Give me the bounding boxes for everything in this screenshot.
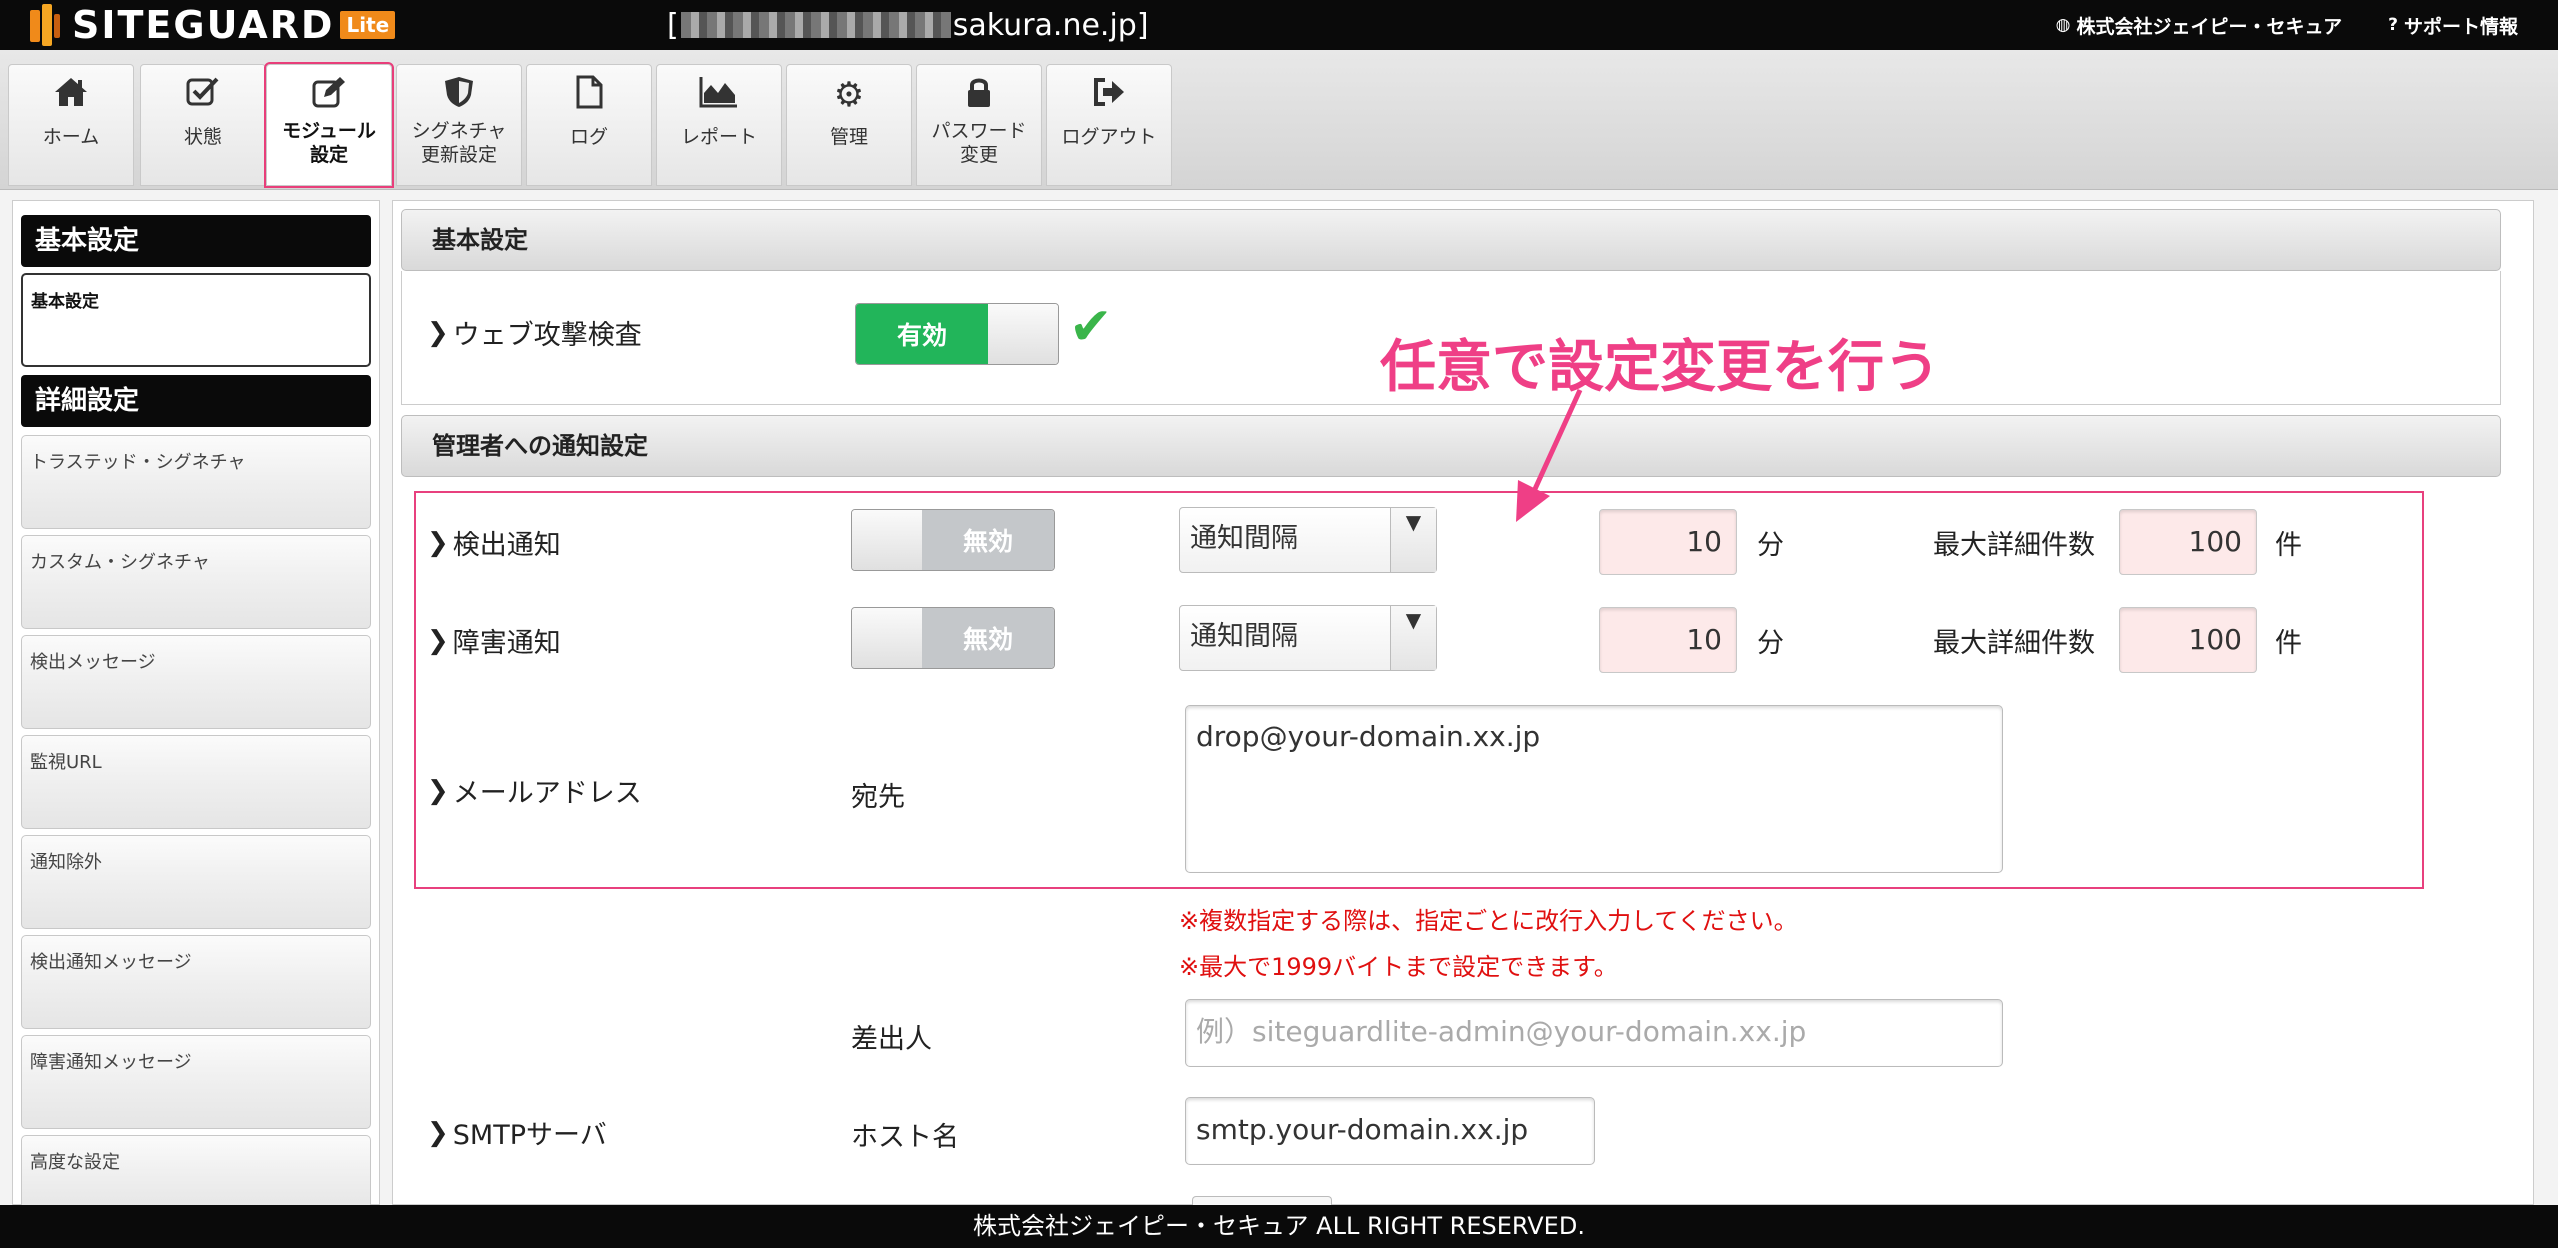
sidebar-item-trusted-signature[interactable]: トラステッド・シグネチャ <box>21 435 371 529</box>
annotation-text: 任意で設定変更を行う <box>1380 335 1940 400</box>
web-attack-toggle[interactable]: 有効 <box>855 303 1059 365</box>
support-link[interactable]: ? サポート情報 <box>2388 12 2518 39</box>
gear-icon: ⚙ <box>833 75 865 115</box>
sidebar-item-notify-exclude[interactable]: 通知除外 <box>21 835 371 929</box>
tab-admin[interactable]: ⚙ 管理 <box>786 64 912 186</box>
chevron-right-icon: ❯ <box>427 625 449 656</box>
company-link[interactable]: ◍ 株式会社ジェイピー・セキュア <box>2056 12 2342 39</box>
mail-address-label: ❯ メールアドレス <box>427 775 642 810</box>
logo-text: SITEGUARD <box>72 3 335 47</box>
tab-log[interactable]: ログ <box>526 64 652 186</box>
smtp-host-input[interactable]: smtp.your-domain.xx.jp <box>1185 1097 1595 1165</box>
edit-icon <box>267 75 391 115</box>
from-label: 差出人 <box>851 1024 932 1055</box>
to-address-textarea[interactable]: drop@your-domain.xx.jp <box>1185 705 2003 873</box>
multi-address-note: ※複数指定する際は、指定ごとに改行入力してください。 <box>1179 907 1798 935</box>
settings-sidebar: 基本設定 基本設定 詳細設定 トラステッド・シグネチャ カスタム・シグネチャ 検… <box>12 200 380 1215</box>
shield-icon <box>397 75 521 115</box>
tab-password-change[interactable]: パスワード 変更 <box>916 64 1042 186</box>
main-tab-bar: ホーム 状態 モジュール設定 シグネチャ更新設定 ログ レポート ⚙ 管理 <box>0 50 2558 190</box>
caret-down-icon: ▼ <box>1390 606 1436 670</box>
host-label: ホスト名 <box>851 1122 959 1153</box>
masked-hostname <box>680 12 951 38</box>
web-attack-label: ❯ ウェブ攻撃検査 <box>427 317 642 352</box>
footer-copyright: 株式会社ジェイピー・セキュア ALL RIGHT RESERVED. <box>0 1205 2558 1248</box>
tab-module-settings[interactable]: モジュール 設定 <box>264 62 394 188</box>
sidebar-item-advanced[interactable]: 高度な設定 <box>21 1135 371 1215</box>
logout-icon <box>1047 75 1171 115</box>
sidebar-heading-detail: 詳細設定 <box>21 375 371 427</box>
tab-logout[interactable]: ログアウト <box>1046 64 1172 186</box>
fault-interval-input[interactable]: 10 <box>1599 607 1737 673</box>
tab-home[interactable]: ホーム <box>8 64 134 186</box>
sidebar-item-custom-signature[interactable]: カスタム・シグネチャ <box>21 535 371 629</box>
area-chart-icon <box>657 75 781 115</box>
fault-max-detail-label: 最大詳細件数 <box>1933 628 2095 659</box>
fault-notify-label: ❯ 障害通知 <box>427 625 561 660</box>
logo-lite-badge: Lite <box>340 11 396 39</box>
from-address-input[interactable]: 例）siteguardlite-admin@your-domain.xx.jp <box>1185 999 2003 1067</box>
annotation-arrow-icon <box>1516 388 1583 522</box>
max-bytes-note: ※最大で1999バイトまで設定できます。 <box>1179 953 1618 981</box>
fault-max-detail-unit: 件 <box>2275 628 2302 659</box>
detect-interval-unit: 分 <box>1757 530 1784 561</box>
tab-signature-update[interactable]: シグネチャ 更新設定 <box>396 64 522 186</box>
sidebar-item-monitor-url[interactable]: 監視URL <box>21 735 371 829</box>
smtp-server-label: ❯ SMTPサーバ <box>427 1117 607 1152</box>
document-icon <box>527 75 651 115</box>
chevron-right-icon: ❯ <box>427 527 449 558</box>
help-icon: ? <box>2388 15 2398 35</box>
home-icon <box>9 75 133 115</box>
check-icon: ✔ <box>1069 297 1113 357</box>
chevron-right-icon: ❯ <box>427 775 449 806</box>
siteguard-logo[interactable]: SITEGUARD Lite <box>30 0 396 50</box>
to-label: 宛先 <box>851 782 905 813</box>
sidebar-item-detect-message[interactable]: 検出メッセージ <box>21 635 371 729</box>
fault-notify-interval-select[interactable]: 通知間隔 ▼ <box>1179 605 1437 671</box>
caret-down-icon: ▼ <box>1390 508 1436 572</box>
detect-max-detail-unit: 件 <box>2275 530 2302 561</box>
tab-status[interactable]: 状態 <box>140 64 266 186</box>
fault-interval-unit: 分 <box>1757 628 1784 659</box>
sidebar-item-detect-notify-message[interactable]: 検出通知メッセージ <box>21 935 371 1029</box>
detect-notify-interval-select[interactable]: 通知間隔 ▼ <box>1179 507 1437 573</box>
notify-settings-panel-title: 管理者への通知設定 <box>401 415 2501 477</box>
lock-icon <box>917 75 1041 115</box>
detect-max-detail-input[interactable]: 100 <box>2119 509 2257 575</box>
sidebar-item-fault-notify-message[interactable]: 障害通知メッセージ <box>21 1035 371 1129</box>
fault-max-detail-input[interactable]: 100 <box>2119 607 2257 673</box>
chevron-right-icon: ❯ <box>427 317 449 348</box>
site-domain: [ sakura.ne.jp] <box>667 7 1149 43</box>
detect-notify-label: ❯ 検出通知 <box>427 527 561 562</box>
checkbox-icon <box>141 75 265 115</box>
basic-settings-panel-title: 基本設定 <box>401 209 2501 271</box>
app-header: SITEGUARD Lite [ sakura.ne.jp] ◍ 株式会社ジェイ… <box>0 0 2558 50</box>
detect-max-detail-label: 最大詳細件数 <box>1933 530 2095 561</box>
tab-report[interactable]: レポート <box>656 64 782 186</box>
logo-mark-icon <box>30 4 60 46</box>
sidebar-heading-basic: 基本設定 <box>21 215 371 267</box>
detect-notify-toggle[interactable]: 無効 <box>851 509 1055 571</box>
sidebar-item-basic[interactable]: 基本設定 <box>21 273 371 367</box>
chevron-right-icon: ❯ <box>427 1117 449 1148</box>
globe-icon: ◍ <box>2055 15 2071 35</box>
fault-notify-toggle[interactable]: 無効 <box>851 607 1055 669</box>
